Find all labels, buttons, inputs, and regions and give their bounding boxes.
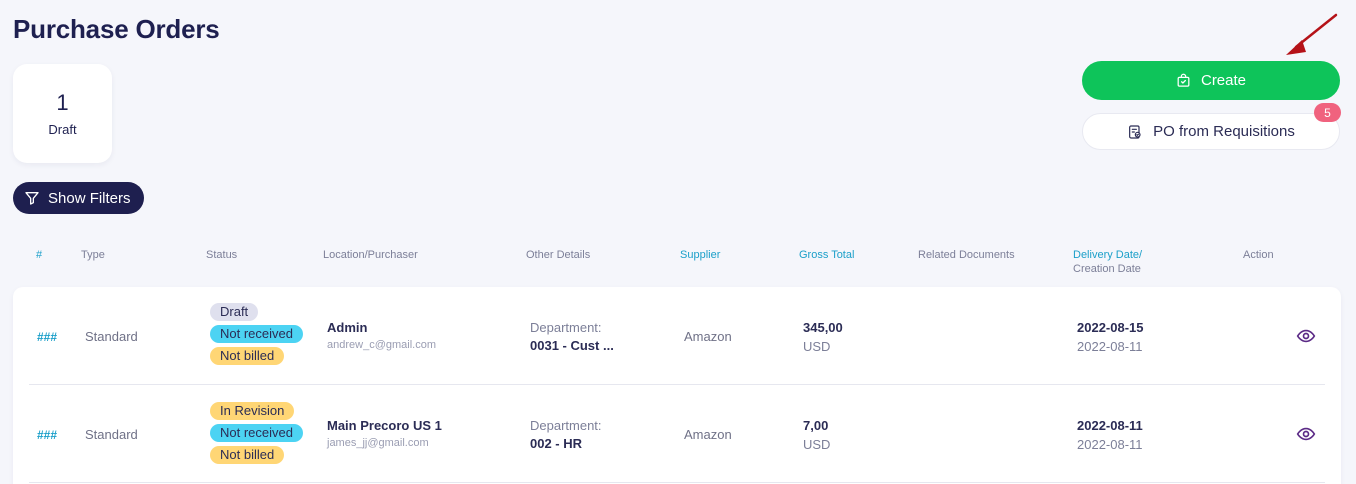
dates: 2022-08-15 2022-08-11 [1077, 320, 1144, 354]
department-label: Department: [530, 320, 602, 335]
location-purchaser: Main Precoro US 1 james_jj@gmail.com [327, 418, 442, 449]
supplier-name: Amazon [684, 427, 732, 442]
location-name: Admin [327, 320, 368, 335]
red-arrow-annotation-icon [1286, 13, 1338, 55]
po-from-requisitions-button[interactable]: PO from Requisitions [1082, 113, 1340, 150]
table-row[interactable]: ### Standard Draft Not received Not bill… [13, 287, 1341, 385]
column-header-supplier[interactable]: Supplier [680, 249, 720, 262]
delivery-date: 2022-08-11 [1077, 418, 1143, 433]
column-header-number[interactable]: # [36, 249, 42, 262]
gross-currency: USD [803, 437, 831, 452]
other-details: Department: 0031 - Cust ... [530, 320, 614, 353]
column-header-status: Status [206, 249, 238, 261]
purchase-orders-table: ### Standard Draft Not received Not bill… [13, 287, 1341, 484]
table-row[interactable]: ### Standard In Revision Not received No… [13, 385, 1341, 483]
page-title: Purchase Orders [13, 14, 220, 44]
po-type: Standard [85, 427, 138, 442]
supplier-name: Amazon [684, 329, 732, 344]
status-badges: In Revision Not received Not billed [210, 402, 303, 464]
create-button[interactable]: Create [1082, 61, 1340, 100]
status-badge-revision: In Revision [210, 402, 295, 420]
other-details: Department: 002 - HR [530, 418, 602, 451]
creation-date-header: Creation Date [1073, 263, 1141, 275]
gross-currency: USD [803, 339, 831, 354]
document-list-icon [1129, 124, 1141, 139]
show-filters-label: Show Filters [48, 189, 131, 207]
gross-total: 7,00 USD [803, 418, 830, 452]
filter-icon [25, 192, 39, 205]
draft-count: 1 [56, 90, 69, 115]
location-purchaser: Admin andrew_c@gmail.com [327, 320, 436, 351]
column-header-gross-total[interactable]: Gross Total [799, 249, 854, 262]
status-badge-billing: Not billed [210, 347, 285, 365]
po-type: Standard [85, 329, 138, 344]
column-header-related-documents: Related Documents [918, 249, 1015, 261]
draft-summary-card[interactable]: 1 Draft [13, 64, 112, 163]
status-badge-billing: Not billed [210, 446, 285, 464]
shopping-bag-icon [1177, 73, 1190, 87]
eye-icon[interactable] [1296, 326, 1316, 346]
gross-amount: 345,00 [803, 320, 843, 335]
status-badge-receipt: Not received [210, 424, 303, 442]
gross-total: 345,00 USD [803, 320, 843, 354]
dates: 2022-08-11 2022-08-11 [1077, 418, 1143, 452]
purchaser-email: james_jj@gmail.com [327, 437, 429, 449]
po-from-requisitions-label: PO from Requisitions [1153, 123, 1295, 140]
status-badge-receipt: Not received [210, 325, 303, 343]
purchaser-email: andrew_c@gmail.com [327, 339, 436, 351]
create-label: Create [1200, 72, 1247, 89]
po-number-link[interactable]: ### [37, 330, 57, 344]
column-header-action: Action [1243, 249, 1274, 261]
column-header-delivery-creation[interactable]: Delivery Date/ Creation Date [1073, 249, 1142, 276]
draft-label: Draft [48, 122, 77, 137]
column-header-type: Type [81, 249, 105, 261]
show-filters-button[interactable]: Show Filters [13, 182, 144, 214]
column-header-location: Location/Purchaser [323, 249, 418, 261]
requisitions-count-badge: 5 [1314, 103, 1341, 122]
status-badges: Draft Not received Not billed [210, 303, 303, 365]
delivery-date-header[interactable]: Delivery Date/ [1073, 249, 1142, 262]
gross-amount: 7,00 [803, 418, 829, 433]
department-value: 0031 - Cust ... [530, 338, 614, 353]
eye-icon[interactable] [1296, 424, 1316, 444]
status-badge-draft: Draft [210, 303, 259, 321]
po-number-link[interactable]: ### [37, 428, 57, 442]
creation-date: 2022-08-11 [1077, 437, 1143, 452]
delivery-date: 2022-08-15 [1077, 320, 1144, 335]
creation-date: 2022-08-11 [1077, 339, 1143, 354]
department-label: Department: [530, 418, 602, 433]
location-name: Main Precoro US 1 [327, 418, 442, 433]
column-header-other-details: Other Details [526, 249, 591, 261]
row-divider [29, 482, 1325, 483]
department-value: 002 - HR [530, 436, 583, 451]
